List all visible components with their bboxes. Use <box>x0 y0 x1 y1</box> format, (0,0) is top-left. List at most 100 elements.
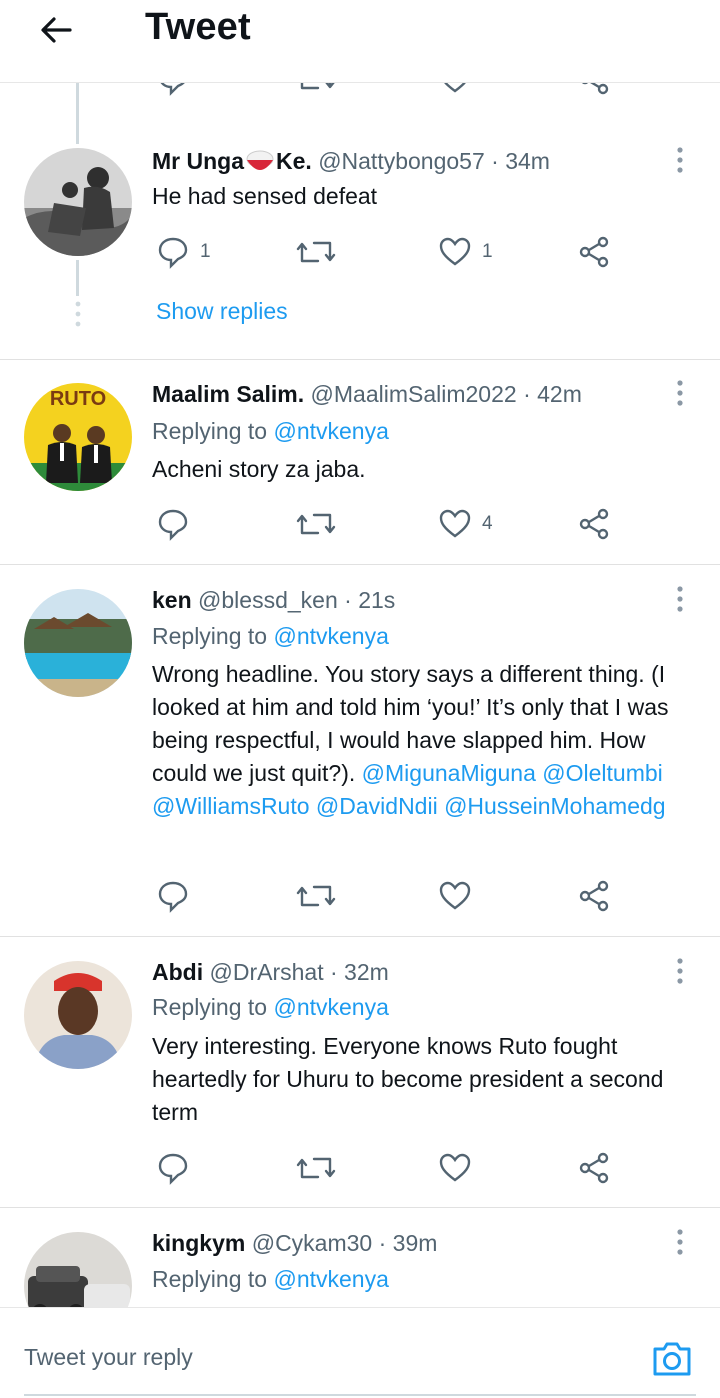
tweet-header: Maalim Salim. @MaalimSalim2022 · 42m <box>152 381 582 408</box>
retweet-icon <box>296 513 336 535</box>
more-options-icon[interactable] <box>676 146 684 174</box>
like-button[interactable] <box>438 1148 472 1188</box>
reply-button[interactable] <box>156 504 190 544</box>
page-title: Tweet <box>145 6 251 48</box>
retweet-icon <box>296 885 336 907</box>
like-count: 1 <box>482 241 493 262</box>
retweet-icon <box>296 1157 336 1179</box>
replying-to: Replying to @ntvkenya <box>152 623 389 650</box>
avatar[interactable] <box>24 148 132 256</box>
tweet-header: Abdi @DrArshat · 32m <box>152 959 389 986</box>
replying-to-label: Replying to <box>152 418 268 444</box>
reply-button[interactable]: 1 <box>156 232 211 272</box>
avatar[interactable]: RUTO <box>24 383 132 491</box>
replying-to-label: Replying to <box>152 1266 268 1292</box>
replying-to-mention[interactable]: @ntvkenya <box>273 623 388 649</box>
reply-count: 1 <box>200 241 211 262</box>
reply-button[interactable] <box>156 876 190 916</box>
rice-bowl-emoji-icon <box>246 150 274 170</box>
more-options-icon[interactable] <box>676 1228 684 1256</box>
show-replies-link[interactable]: Show replies <box>156 298 288 325</box>
tweet-card[interactable]: ken @blessd_ken · 21s Replying to @ntvke… <box>0 565 720 937</box>
user-handle: @Cykam30 <box>251 1230 373 1256</box>
retweet-button[interactable] <box>296 1148 336 1188</box>
reply-icon <box>158 1153 188 1185</box>
tweet-card[interactable]: RUTO Maalim Salim. @MaalimSalim2022 · 42… <box>0 359 720 565</box>
share-button[interactable] <box>578 876 612 916</box>
replying-to-mention[interactable]: @ntvkenya <box>273 418 388 444</box>
reply-composer: Tweet your reply <box>0 1307 720 1398</box>
tweet-card[interactable]: Abdi @DrArshat · 32m Replying to @ntvken… <box>0 937 720 1208</box>
avatar-logo-text: RUTO <box>50 388 106 410</box>
tweet-card[interactable]: Mr Unga Ke. @Nattybongo57 · 34m He had se… <box>0 82 720 360</box>
user-name[interactable]: Abdi <box>152 959 203 985</box>
tweet-text: He had sensed defeat <box>152 183 378 209</box>
avatar[interactable] <box>24 961 132 1069</box>
tweet-actions: 4 <box>152 504 622 544</box>
share-icon <box>579 508 609 540</box>
retweet-icon <box>296 241 336 263</box>
replying-to: Replying to @ntvkenya <box>152 418 389 445</box>
tweet-text: Wrong headline. You story says a differe… <box>152 658 682 823</box>
reply-input[interactable]: Tweet your reply <box>24 1344 193 1371</box>
replying-to-mention[interactable]: @ntvkenya <box>273 994 388 1020</box>
replying-to-mention[interactable]: @ntvkenya <box>273 1266 388 1292</box>
user-handle: @blessd_ken <box>198 587 338 613</box>
tweet-text: Acheni story za jaba. <box>152 456 366 482</box>
user-name[interactable]: ken <box>152 587 192 613</box>
share-icon <box>579 236 609 268</box>
more-options-icon[interactable] <box>676 957 684 985</box>
tweet-header: kingkym @Cykam30 · 39m <box>152 1230 437 1257</box>
heart-icon <box>439 1153 471 1182</box>
more-options-icon[interactable] <box>676 379 684 407</box>
tweet-time: · 21s <box>344 587 396 613</box>
tweet-header: Mr Unga Ke. @Nattybongo57 · 34m <box>152 148 550 175</box>
avatar[interactable] <box>24 589 132 697</box>
avatar[interactable] <box>24 1232 132 1308</box>
share-button[interactable] <box>578 232 612 272</box>
replying-to-label: Replying to <box>152 994 268 1020</box>
user-handle: @DrArshat <box>209 959 324 985</box>
reply-icon <box>158 881 188 913</box>
retweet-button[interactable] <box>296 504 336 544</box>
tweet-actions: 1 1 <box>152 232 622 272</box>
tweet-actions <box>152 1148 622 1188</box>
more-options-icon[interactable] <box>676 585 684 613</box>
user-name-suffix: Ke. <box>276 148 312 174</box>
tweet-text: Very interesting. Everyone knows Ruto fo… <box>152 1033 664 1125</box>
user-handle: @MaalimSalim2022 <box>310 381 517 407</box>
like-button[interactable]: 1 <box>438 232 493 272</box>
thread-dots-icon <box>75 301 81 327</box>
thread-connector <box>76 82 79 144</box>
tweet-actions <box>152 876 622 916</box>
like-count: 4 <box>482 513 493 534</box>
tweet-time: · 32m <box>329 959 389 985</box>
reply-button[interactable] <box>156 1148 190 1188</box>
tweet-time: · 34m <box>491 148 550 174</box>
share-button[interactable] <box>578 1148 612 1188</box>
replying-to: Replying to @ntvkenya <box>152 994 389 1021</box>
tweet-time: · 39m <box>378 1230 438 1256</box>
replying-to: Replying to @ntvkenya <box>152 1266 389 1293</box>
user-name[interactable]: Maalim Salim. <box>152 381 304 407</box>
tweet-card[interactable]: kingkym @Cykam30 · 39m Replying to @ntvk… <box>0 1208 720 1308</box>
reply-input-underline <box>24 1394 696 1396</box>
user-name[interactable]: Mr Unga <box>152 148 244 174</box>
like-button[interactable] <box>438 876 472 916</box>
tweet-time: · 42m <box>523 381 582 407</box>
heart-icon <box>439 237 471 266</box>
user-handle: @Nattybongo57 <box>318 148 485 174</box>
camera-icon[interactable] <box>650 1336 694 1380</box>
like-button[interactable]: 4 <box>438 504 493 544</box>
replying-to-label: Replying to <box>152 623 268 649</box>
retweet-button[interactable] <box>296 876 336 916</box>
heart-icon <box>439 881 471 910</box>
retweet-button[interactable] <box>296 232 336 272</box>
reply-icon <box>158 509 188 541</box>
share-button[interactable] <box>578 504 612 544</box>
share-icon <box>579 1152 609 1184</box>
back-arrow-icon[interactable] <box>36 10 76 50</box>
thread-connector <box>76 260 79 296</box>
user-name[interactable]: kingkym <box>152 1230 245 1256</box>
reply-icon <box>158 237 188 269</box>
